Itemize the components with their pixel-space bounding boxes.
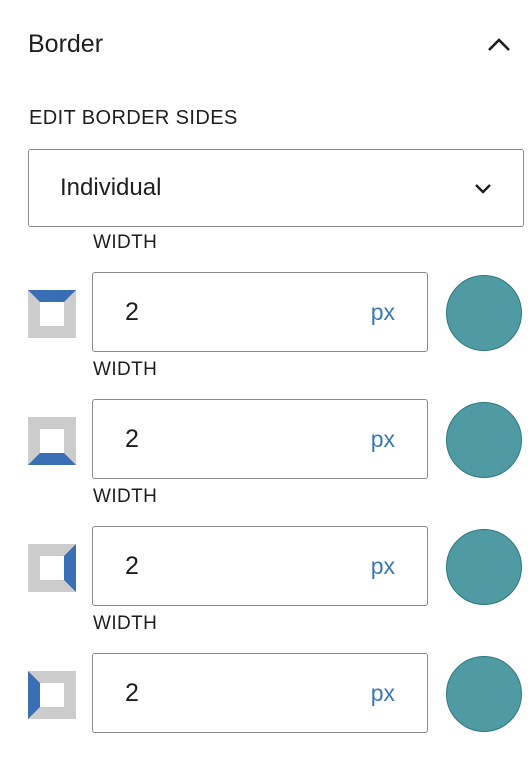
border-sides-select-value: Individual	[60, 174, 162, 201]
border-width-input-left[interactable]: 2 px	[92, 653, 428, 733]
chevron-down-icon	[475, 184, 491, 194]
border-side-row-left: WIDTH 2 px	[0, 613, 530, 740]
border-top-icon	[28, 290, 76, 338]
border-width-input-top[interactable]: 2 px	[92, 272, 428, 352]
width-label: WIDTH	[93, 486, 158, 507]
border-side-row-right: WIDTH 2 px	[0, 486, 530, 613]
border-sides-select[interactable]: Individual	[28, 149, 524, 227]
border-width-input-bottom[interactable]: 2 px	[92, 399, 428, 479]
border-color-swatch-right[interactable]	[446, 529, 522, 605]
border-bottom-icon	[28, 417, 76, 465]
width-label: WIDTH	[93, 613, 158, 634]
chevron-up-icon	[488, 38, 510, 51]
border-color-swatch-bottom[interactable]	[446, 402, 522, 478]
collapse-button[interactable]	[484, 30, 514, 60]
border-right-icon	[28, 544, 76, 592]
border-color-swatch-top[interactable]	[446, 275, 522, 351]
width-label: WIDTH	[93, 232, 158, 253]
border-width-value: 2	[125, 297, 139, 326]
border-side-row-top: WIDTH 2 px	[0, 232, 530, 359]
unit-select[interactable]: px	[371, 680, 395, 707]
width-label: WIDTH	[93, 359, 158, 380]
border-width-value: 2	[125, 551, 139, 580]
border-width-input-right[interactable]: 2 px	[92, 526, 428, 606]
border-panel: Border EDIT BORDER SIDES Individual WIDT…	[0, 0, 530, 770]
unit-select[interactable]: px	[371, 426, 395, 453]
border-left-icon	[28, 671, 76, 719]
border-color-swatch-left[interactable]	[446, 656, 522, 732]
unit-select[interactable]: px	[371, 299, 395, 326]
border-side-row-bottom: WIDTH 2 px	[0, 359, 530, 486]
border-width-value: 2	[125, 424, 139, 453]
edit-border-sides-label: EDIT BORDER SIDES	[29, 107, 238, 129]
unit-select[interactable]: px	[371, 553, 395, 580]
border-width-value: 2	[125, 678, 139, 707]
panel-title: Border	[28, 30, 104, 58]
